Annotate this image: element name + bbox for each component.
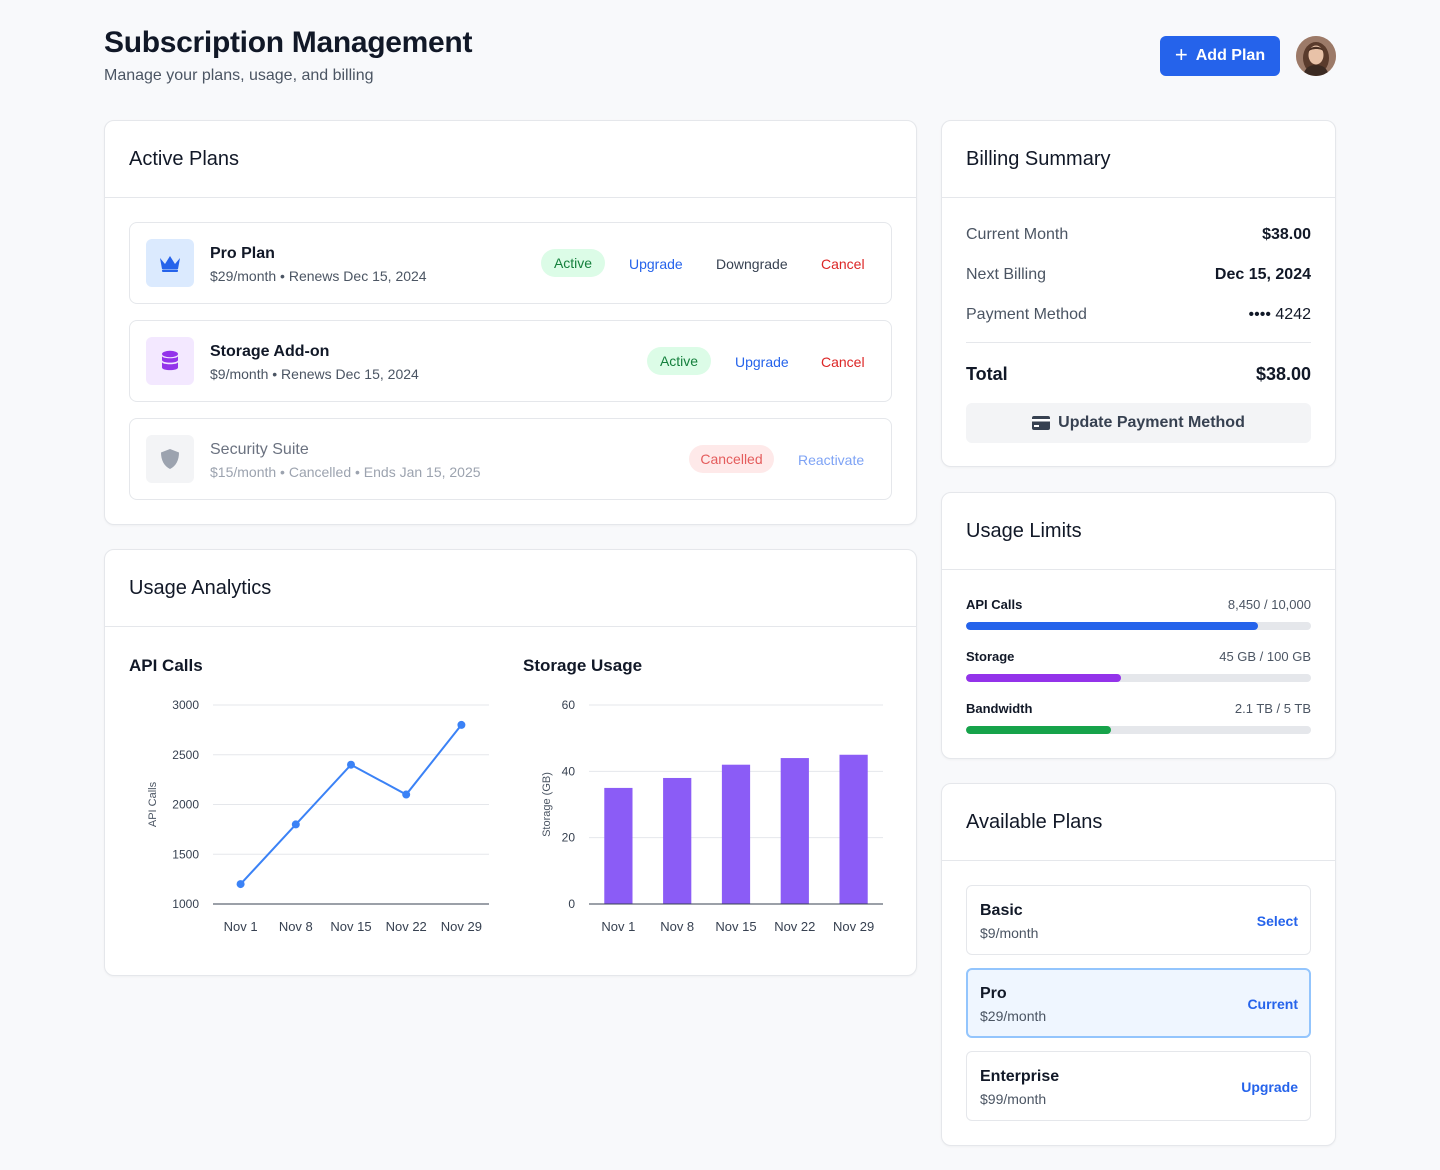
plan-name: Storage Add-on	[210, 343, 330, 360]
x-tick-label: Nov 8	[660, 919, 694, 934]
status-badge: Active	[647, 347, 711, 375]
x-tick-label: Nov 1	[224, 919, 258, 934]
avatar[interactable]	[1296, 36, 1336, 76]
upgrade-plan-button[interactable]: Upgrade	[1241, 1079, 1298, 1095]
data-point	[347, 760, 355, 769]
credit-card-icon	[1032, 416, 1051, 430]
status-badge: Active	[541, 249, 605, 277]
y-tick-label: 20	[562, 831, 576, 845]
plan-row-pro: Pro Plan $29/month • Renews Dec 15, 2024…	[129, 222, 892, 304]
bar	[839, 754, 868, 904]
billing-summary-card: Billing Summary Current Month $38.00 Nex…	[941, 120, 1336, 467]
status-badge: Cancelled	[689, 445, 774, 473]
plan-row-storage: Storage Add-on $9/month • Renews Dec 15,…	[129, 320, 892, 402]
storage-usage-chart: 0 20 40 60 Storage (GB) Nov 1 Nov 8 Nov 15 Nov 2…	[541, 698, 883, 934]
active-plans-title: Active Plans	[129, 147, 240, 170]
y-axis-label: API Calls	[147, 781, 159, 827]
current-plan-label: Current	[1247, 996, 1298, 1012]
data-point	[291, 820, 300, 829]
plan-option-pro[interactable]: Pro $29/month Current	[966, 968, 1311, 1038]
y-tick-label: 1000	[172, 897, 199, 911]
progress-bar-api-calls	[966, 622, 1311, 630]
select-plan-button[interactable]: Select	[1257, 913, 1298, 929]
x-tick-label: Nov 8	[279, 919, 313, 934]
plan-name: Pro Plan	[210, 245, 275, 262]
storage-chart-title: Storage Usage	[523, 656, 643, 675]
x-tick-label: Nov 1	[601, 919, 635, 934]
y-tick-label: 2000	[172, 798, 199, 812]
shield-icon	[146, 435, 194, 483]
cancel-link[interactable]: Cancel	[821, 354, 865, 370]
plan-row-security: Security Suite $15/month • Cancelled • E…	[129, 418, 892, 500]
progress-bar-bandwidth	[966, 726, 1311, 734]
y-tick-label: 3000	[172, 698, 199, 712]
reactivate-link[interactable]: Reactivate	[798, 452, 864, 468]
plan-option-basic[interactable]: Basic $9/month Select	[966, 885, 1311, 955]
bar	[663, 777, 692, 904]
avatar-image	[1296, 36, 1336, 76]
api-calls-chart: 1000 1500 2000 2500 3000 API Calls Nov 1 Nov 8 N…	[147, 698, 489, 934]
downgrade-link[interactable]: Downgrade	[716, 256, 788, 272]
upgrade-link[interactable]: Upgrade	[735, 354, 789, 370]
plan-meta: $29/month • Renews Dec 15, 2024	[210, 268, 427, 284]
usage-limits-title: Usage Limits	[966, 519, 1082, 542]
data-point	[457, 720, 466, 729]
usage-analytics-title: Usage Analytics	[129, 576, 272, 599]
data-point	[402, 790, 411, 799]
upgrade-link[interactable]: Upgrade	[629, 256, 683, 272]
usage-analytics-card: Usage Analytics API Calls 1000 1500 2000 25…	[104, 549, 917, 976]
bar	[780, 758, 809, 904]
billing-summary-title: Billing Summary	[966, 147, 1111, 170]
cancel-link[interactable]: Cancel	[821, 256, 865, 272]
api-calls-chart-title: API Calls	[129, 656, 203, 675]
y-tick-label: 60	[562, 698, 576, 712]
billing-total-row: Total $38.00	[966, 364, 1311, 384]
y-tick-label: 40	[562, 764, 576, 778]
y-tick-label: 0	[568, 897, 575, 911]
usage-limits-card: Usage Limits API Calls 8,450 / 10,000 St…	[941, 492, 1336, 759]
x-tick-label: Nov 15	[715, 919, 756, 934]
x-tick-label: Nov 22	[386, 919, 427, 934]
y-axis-label: Storage (GB)	[541, 772, 553, 837]
plan-meta: $9/month • Renews Dec 15, 2024	[210, 366, 419, 382]
available-plans-card: Available Plans Basic $9/month Select Pr…	[941, 783, 1336, 1146]
plan-option-enterprise[interactable]: Enterprise $99/month Upgrade	[966, 1051, 1311, 1121]
limit-api-calls: API Calls 8,450 / 10,000	[966, 597, 1311, 612]
add-plan-button[interactable]: + Add Plan	[1160, 36, 1280, 76]
divider	[966, 342, 1311, 343]
bar	[721, 764, 751, 904]
x-tick-label: Nov 15	[330, 919, 371, 934]
plan-meta: $15/month • Cancelled • Ends Jan 15, 202…	[210, 464, 481, 480]
data-point	[236, 880, 245, 889]
progress-bar-storage	[966, 674, 1311, 682]
crown-icon	[146, 239, 194, 287]
x-tick-label: Nov 22	[774, 919, 815, 934]
page-header: Subscription Management Manage your plan…	[104, 26, 1336, 96]
billing-row-current-month: Current Month $38.00	[966, 226, 1311, 243]
limit-bandwidth: Bandwidth 2.1 TB / 5 TB	[966, 701, 1311, 716]
active-plans-card: Active Plans Pro Plan $29/month • Renews…	[104, 120, 917, 525]
limit-storage: Storage 45 GB / 100 GB	[966, 649, 1311, 664]
plan-name: Security Suite	[210, 441, 309, 458]
y-tick-label: 2500	[172, 748, 199, 762]
available-plans-title: Available Plans	[966, 810, 1103, 833]
update-payment-method-button[interactable]: Update Payment Method	[966, 403, 1311, 443]
database-icon	[146, 337, 194, 385]
y-tick-label: 1500	[172, 847, 199, 861]
x-tick-label: Nov 29	[441, 919, 482, 934]
x-tick-label: Nov 29	[833, 919, 874, 934]
bar	[604, 787, 633, 904]
billing-row-next-billing: Next Billing Dec 15, 2024	[966, 266, 1311, 283]
page-subtitle: Manage your plans, usage, and billing	[104, 67, 374, 84]
billing-row-payment-method: Payment Method •••• 4242	[966, 306, 1311, 323]
page-title: Subscription Management	[104, 26, 473, 59]
add-plan-label: Add Plan	[1195, 47, 1266, 64]
plus-icon: +	[1174, 42, 1188, 67]
